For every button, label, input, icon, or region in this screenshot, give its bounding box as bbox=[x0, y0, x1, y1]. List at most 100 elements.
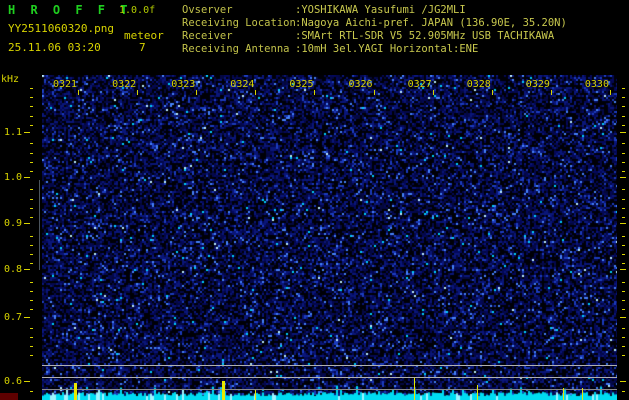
spectrogram-noise-canvas bbox=[42, 75, 617, 400]
y-minor-tick-right bbox=[622, 217, 625, 219]
info-row-value: :Nagoya Aichi-pref. JAPAN (136.90E, 35.2… bbox=[295, 17, 567, 29]
y-minor-tick bbox=[30, 217, 33, 219]
y-axis-label: 0.8 bbox=[4, 264, 23, 275]
y-minor-tick bbox=[30, 143, 33, 145]
y-minor-tick bbox=[30, 290, 33, 292]
info-row: Ovserver :YOSHIKAWA Yasufumi /JG2MLI bbox=[182, 4, 567, 17]
y-minor-tick bbox=[30, 300, 33, 302]
y-minor-tick-right bbox=[622, 207, 625, 209]
time-label: 0324 bbox=[230, 79, 255, 90]
reference-line bbox=[42, 389, 617, 390]
y-minor-tick-right bbox=[622, 391, 625, 392]
y-major-tick-right bbox=[620, 132, 626, 133]
edge-artifact-line bbox=[39, 180, 40, 270]
time-label: 0328 bbox=[466, 79, 491, 90]
time-tick bbox=[373, 90, 375, 95]
y-minor-tick-right bbox=[622, 336, 625, 338]
y-minor-tick bbox=[30, 244, 33, 246]
y-minor-tick bbox=[30, 161, 33, 163]
y-minor-tick-right bbox=[622, 346, 625, 348]
y-minor-tick bbox=[30, 253, 33, 255]
meteor-echo-marker bbox=[255, 390, 256, 400]
info-row-label: Ovserver bbox=[182, 4, 233, 16]
y-minor-tick-right bbox=[622, 355, 625, 357]
y-minor-tick bbox=[30, 281, 33, 283]
y-minor-tick bbox=[30, 235, 33, 237]
meteor-count: 7 bbox=[139, 41, 146, 54]
y-minor-tick-right bbox=[622, 143, 625, 145]
y-minor-tick-right bbox=[622, 263, 625, 265]
y-major-tick-right bbox=[620, 223, 626, 224]
y-minor-tick-right bbox=[622, 198, 625, 200]
time-tick bbox=[196, 90, 198, 95]
y-minor-tick bbox=[30, 346, 33, 348]
corner-red-block bbox=[0, 393, 18, 400]
info-row-label: Receiver bbox=[182, 30, 233, 42]
y-minor-tick bbox=[30, 207, 33, 209]
time-label: 0327 bbox=[407, 79, 432, 90]
y-minor-tick bbox=[30, 309, 33, 311]
y-minor-tick bbox=[30, 198, 33, 200]
y-major-tick bbox=[24, 317, 30, 318]
y-minor-tick-right bbox=[622, 235, 625, 237]
time-tick bbox=[491, 90, 493, 95]
y-axis-unit: kHz bbox=[1, 74, 20, 85]
output-filename: YY2511060320.png bbox=[8, 22, 114, 35]
y-minor-tick bbox=[30, 124, 33, 126]
y-minor-tick bbox=[30, 189, 33, 191]
info-row-value: :SMArt RTL-SDR V5 52.905MHz USB TACHIKAW… bbox=[295, 30, 555, 42]
meteor-echo-marker bbox=[563, 388, 564, 400]
y-major-tick bbox=[24, 269, 30, 270]
y-minor-tick bbox=[30, 336, 33, 338]
time-tick bbox=[137, 90, 139, 95]
info-row-value: :YOSHIKAWA Yasufumi /JG2MLI bbox=[295, 4, 466, 16]
y-axis-label: 0.9 bbox=[4, 218, 23, 229]
y-major-tick-right bbox=[620, 269, 626, 270]
y-minor-tick-right bbox=[622, 253, 625, 255]
y-minor-tick bbox=[30, 170, 33, 172]
info-row-label: Receiving Location bbox=[182, 17, 296, 29]
time-label: 0323 bbox=[171, 79, 196, 90]
y-major-tick-right bbox=[620, 177, 626, 178]
app-version: 1.0.0f bbox=[119, 5, 156, 16]
time-tick bbox=[609, 90, 611, 95]
y-minor-tick bbox=[30, 97, 33, 99]
y-major-tick-right bbox=[620, 317, 626, 318]
meteor-echo-marker bbox=[222, 381, 225, 400]
time-label: 0329 bbox=[525, 79, 550, 90]
hrofft-spectrogram-image: H R O F F T 1.0.0f YY2511060320.png mete… bbox=[0, 0, 629, 400]
y-minor-tick-right bbox=[622, 290, 625, 292]
time-tick bbox=[255, 90, 257, 95]
y-axis-label: 0.7 bbox=[4, 312, 23, 323]
y-minor-tick-right bbox=[622, 327, 625, 329]
y-minor-tick bbox=[30, 263, 33, 265]
info-row: Receiver :SMArt RTL-SDR V5 52.905MHz USB … bbox=[182, 30, 567, 43]
meteor-echo-marker bbox=[74, 383, 77, 400]
info-row-value: :10mH 3el.YAGI Horizontal:ENE bbox=[295, 43, 479, 55]
meteor-echo-marker bbox=[414, 378, 415, 400]
app-title: H R O F F T bbox=[8, 3, 132, 17]
y-minor-tick bbox=[30, 88, 33, 89]
y-minor-tick-right bbox=[622, 152, 625, 154]
info-row: Receiving Antenna:10mH 3el.YAGI Horizont… bbox=[182, 43, 567, 56]
y-major-tick bbox=[24, 177, 30, 178]
time-tick bbox=[78, 90, 79, 95]
meteor-echo-marker bbox=[582, 388, 583, 400]
time-label: 0326 bbox=[348, 79, 373, 90]
y-minor-tick-right bbox=[622, 309, 625, 311]
y-major-tick bbox=[24, 381, 30, 382]
reference-line bbox=[42, 365, 617, 366]
time-tick bbox=[314, 90, 316, 95]
meteor-echo-marker bbox=[477, 385, 478, 400]
y-minor-tick-right bbox=[622, 189, 625, 191]
y-minor-tick bbox=[30, 391, 33, 392]
time-tick bbox=[550, 90, 552, 95]
y-minor-tick-right bbox=[622, 300, 625, 302]
time-tick bbox=[432, 90, 434, 95]
y-minor-tick-right bbox=[622, 115, 625, 117]
y-minor-tick bbox=[30, 327, 33, 329]
datetime-label: 25.11.06 03:20 bbox=[8, 41, 101, 54]
time-label: 0321 bbox=[53, 79, 78, 90]
info-row: Receiving Location:Nagoya Aichi-pref. JA… bbox=[182, 17, 567, 30]
reference-line bbox=[42, 377, 617, 378]
